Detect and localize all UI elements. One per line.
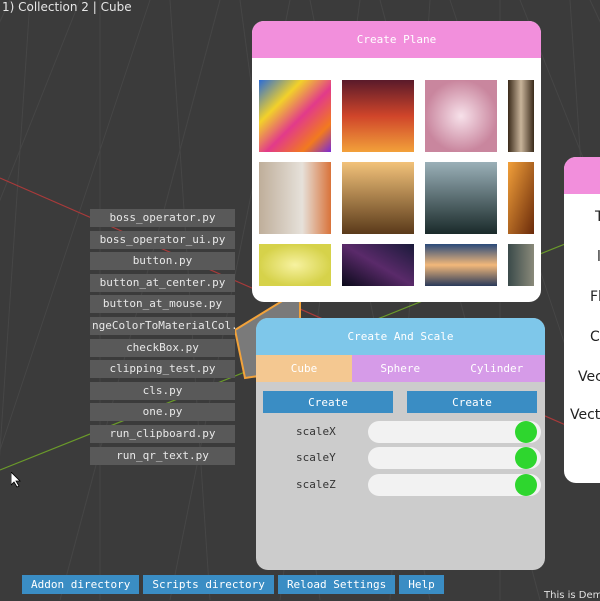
file-button[interactable]: button_at_mouse.py [90, 295, 235, 314]
scale-y-slider[interactable] [368, 447, 541, 469]
thumbnail-brick-texture[interactable] [508, 80, 534, 152]
file-button[interactable]: button_at_center.py [90, 273, 235, 292]
thumbnail-pink-bokeh[interactable] [425, 80, 497, 152]
thumbnail-sunset-lake[interactable] [425, 244, 497, 286]
scale-z-slider[interactable] [368, 474, 541, 496]
scale-x-row: scaleX [256, 421, 545, 443]
file-button[interactable]: boss_operator_ui.py [90, 230, 235, 249]
scale-x-label: scaleX [296, 425, 336, 438]
thumbnail-rock-cliff[interactable] [508, 244, 534, 286]
create-plane-title: Create Plane [252, 21, 541, 58]
scale-z-label: scaleZ [296, 478, 336, 491]
thumbnail-starry-sky[interactable] [342, 244, 414, 286]
file-button[interactable]: run_clipboard.py [90, 424, 235, 443]
script-file-list: boss_operator.py boss_operator_ui.py but… [90, 209, 235, 468]
viewport-title: 1) Collection 2 | Cube [2, 0, 132, 14]
tab-cube[interactable]: Cube [256, 355, 352, 382]
create-and-scale-title: Create And Scale [256, 318, 545, 355]
scale-x-slider[interactable] [368, 421, 541, 443]
file-button[interactable]: run_qr_text.py [90, 446, 235, 465]
bottom-toolbar: Addon directory Scripts directory Reload… [22, 575, 444, 594]
create-plane-panel: Create Plane [252, 21, 541, 302]
file-button[interactable]: button.py [90, 252, 235, 271]
thumbnail-elephant-forest[interactable] [425, 162, 497, 234]
bottom-note: This is Dem [544, 590, 600, 601]
thumbnail-white-dove[interactable] [259, 162, 331, 234]
thumbnail-colorful-paint[interactable] [259, 80, 331, 152]
thumbnail-sunset-clouds[interactable] [342, 80, 414, 152]
file-button[interactable]: clipping_test.py [90, 360, 235, 379]
create-button[interactable]: Create [407, 391, 537, 413]
thumbnail-autumn-forest[interactable] [508, 162, 534, 234]
side-label: Vect [570, 407, 600, 423]
side-label: Fl [590, 289, 600, 305]
help-button[interactable]: Help [399, 575, 444, 594]
scale-y-label: scaleY [296, 451, 336, 464]
slider-knob[interactable] [515, 474, 537, 496]
file-button[interactable]: boss_operator.py [90, 209, 235, 227]
scale-y-row: scaleY [256, 447, 545, 469]
side-label: T [595, 209, 600, 225]
addon-directory-button[interactable]: Addon directory [22, 575, 140, 594]
create-button[interactable]: Create [263, 391, 393, 413]
slider-knob[interactable] [515, 447, 537, 469]
thumbnail-lemon-slices[interactable] [259, 244, 331, 286]
scripts-directory-button[interactable]: Scripts directory [143, 575, 274, 594]
tab-sphere[interactable]: Sphere [352, 355, 449, 382]
file-button[interactable]: checkBox.py [90, 338, 235, 357]
thumbnail-misty-hills[interactable] [342, 162, 414, 234]
slider-knob[interactable] [515, 421, 537, 443]
side-label: Vec [578, 369, 600, 385]
scale-z-row: scaleZ [256, 474, 545, 496]
file-button[interactable]: ngeColorToMaterialCol. [90, 316, 235, 335]
file-button[interactable]: one.py [90, 403, 235, 422]
side-panel: T l Fl C Vec Vect [564, 157, 600, 483]
reload-settings-button[interactable]: Reload Settings [277, 575, 396, 594]
file-button[interactable]: cls.py [90, 381, 235, 400]
mouse-cursor-icon [11, 472, 21, 488]
tab-cylinder[interactable]: Cylinder [449, 355, 546, 382]
create-button-row: Create Create [263, 391, 537, 413]
side-label: C [590, 329, 600, 345]
shape-tabs: Cube Sphere Cylinder [256, 355, 545, 382]
create-and-scale-panel: Create And Scale Cube Sphere Cylinder Cr… [256, 318, 545, 570]
side-panel-header [564, 157, 600, 194]
